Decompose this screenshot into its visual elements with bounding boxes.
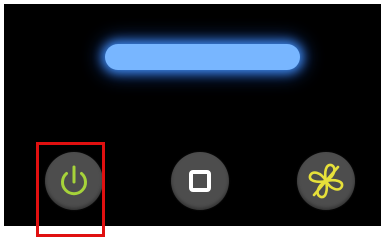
highlight-box: [36, 142, 105, 237]
fan-button[interactable]: [297, 152, 355, 210]
stop-square-icon: [189, 170, 211, 192]
fan-off-icon: [308, 163, 344, 199]
stop-button[interactable]: [171, 152, 229, 210]
status-light-bar: [105, 44, 300, 70]
